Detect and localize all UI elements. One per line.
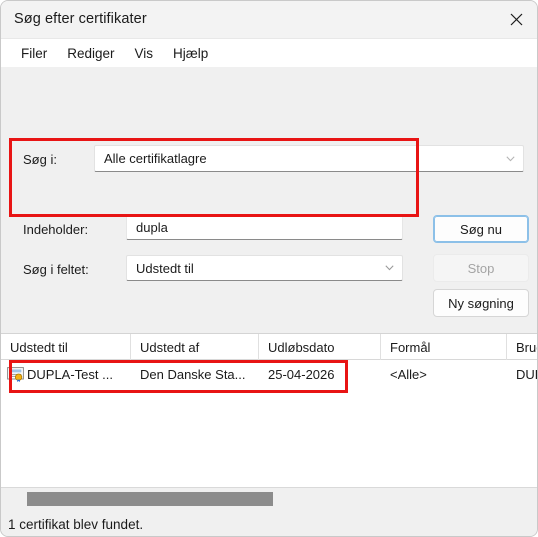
search-scope-label: Søg i: (23, 152, 57, 167)
results-header-row: Udstedt til Udstedt af Udløbsdato Formål… (1, 334, 537, 360)
cell-issued-by: Den Danske Sta... (140, 366, 246, 382)
cell-friendly-name: DUP (516, 366, 537, 382)
column-header-udstedt-til[interactable]: Udstedt til (1, 334, 131, 360)
search-panel: Søg i: Alle certifikatlagre Indeholder: … (1, 67, 537, 377)
menu-bar: Filer Rediger Vis Hjælp (1, 39, 537, 67)
horizontal-scrollbar-thumb[interactable] (27, 492, 273, 506)
search-field-label: Søg i feltet: (23, 262, 89, 277)
certificate-icon (7, 366, 24, 382)
search-scope-value: Alle certifikatlagre (104, 151, 207, 166)
cell-issued-to: DUPLA-Test ... (1, 360, 131, 388)
cell-expiry-date: 25-04-2026 (268, 366, 335, 382)
column-header-udstedt-af[interactable]: Udstedt af (131, 334, 259, 360)
column-header-formaal[interactable]: Formål (381, 334, 507, 360)
status-bar: 1 certifikat blev fundet. (1, 513, 537, 536)
contains-label: Indeholder: (23, 222, 89, 237)
contains-input[interactable]: dupla (126, 214, 403, 240)
search-field-combobox[interactable]: Udstedt til (126, 255, 403, 281)
search-field-value: Udstedt til (136, 260, 194, 276)
search-now-button[interactable]: Søg nu (433, 215, 529, 243)
results-list: Udstedt til Udstedt af Udløbsdato Formål… (1, 333, 537, 487)
column-header-brug[interactable]: Brug (507, 334, 537, 360)
status-text: 1 certifikat blev fundet. (8, 517, 144, 532)
menu-item-vis[interactable]: Vis (125, 44, 164, 63)
new-search-button[interactable]: Ny søgning (433, 289, 529, 317)
chevron-down-icon (501, 155, 523, 162)
stop-button[interactable]: Stop (433, 254, 529, 282)
menu-item-hjaelp[interactable]: Hjælp (163, 44, 218, 63)
chevron-down-icon (380, 265, 402, 271)
close-icon[interactable] (493, 1, 537, 38)
menu-item-filer[interactable]: Filer (11, 44, 57, 63)
horizontal-scrollbar[interactable] (1, 487, 537, 513)
certificate-search-dialog: Søg efter certifikater Filer Rediger Vis… (0, 0, 538, 537)
menu-item-rediger[interactable]: Rediger (57, 44, 124, 63)
search-scope-combobox[interactable]: Alle certifikatlagre (94, 145, 524, 172)
window-title: Søg efter certifikater (14, 11, 147, 27)
cell-purpose: <Alle> (390, 366, 427, 382)
table-row[interactable]: DUPLA-Test ... Den Danske Sta... 25-04-2… (1, 360, 537, 388)
title-bar: Søg efter certifikater (1, 1, 537, 39)
column-header-udlobsdato[interactable]: Udløbsdato (259, 334, 381, 360)
cell-issued-to-text: DUPLA-Test ... (27, 366, 113, 382)
contains-input-value: dupla (136, 219, 168, 235)
